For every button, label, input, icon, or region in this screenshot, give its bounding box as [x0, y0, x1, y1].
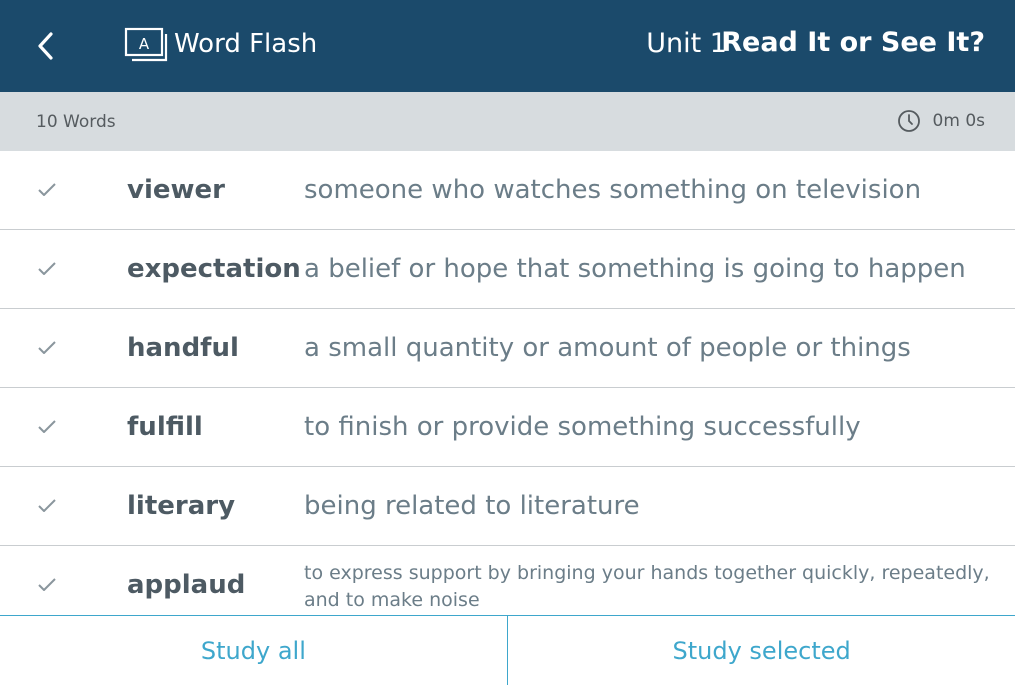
list-item[interactable]: fulfill to finish or provide something s…	[0, 388, 1015, 467]
check-icon[interactable]	[36, 495, 58, 517]
list-summary-bar: 10 Words 0m 0s	[0, 92, 1015, 151]
chevron-left-icon	[38, 32, 53, 60]
word-term: applaud	[127, 570, 246, 600]
word-definition: a small quantity or amount of people or …	[304, 333, 911, 363]
clock-icon	[897, 110, 920, 132]
word-term: expectation	[127, 254, 301, 284]
word-term: viewer	[127, 175, 225, 205]
word-list: viewer someone who watches something on …	[0, 151, 1015, 615]
check-icon[interactable]	[36, 416, 58, 438]
word-count: 10 Words	[36, 112, 116, 132]
study-all-button[interactable]: Study all	[0, 616, 507, 685]
timer-value: 0m 0s	[932, 111, 985, 131]
word-definition: to finish or provide something successfu…	[304, 412, 861, 442]
word-definition: someone who watches something on televis…	[304, 175, 922, 205]
list-item[interactable]: viewer someone who watches something on …	[0, 151, 1015, 230]
word-term: fulfill	[127, 412, 203, 442]
top-app-bar: A Word Flash Unit 1 Read It or See It?	[0, 0, 1015, 92]
list-item[interactable]: expectation a belief or hope that someth…	[0, 230, 1015, 309]
list-item[interactable]: handful a small quantity or amount of pe…	[0, 309, 1015, 388]
word-flash-app: A Word Flash Unit 1 Read It or See It? 1…	[0, 0, 1015, 685]
word-definition: a belief or hope that something is going…	[304, 254, 966, 284]
check-icon[interactable]	[36, 258, 58, 280]
word-definition: to express support by bringing your hand…	[304, 562, 990, 611]
word-definition: being related to literature	[304, 491, 640, 521]
back-button[interactable]	[22, 22, 70, 70]
list-item[interactable]: literary being related to literature	[0, 467, 1015, 546]
study-selected-button[interactable]: Study selected	[508, 616, 1015, 685]
check-icon[interactable]	[36, 179, 58, 201]
check-icon[interactable]	[36, 337, 58, 359]
word-term: handful	[127, 333, 239, 363]
unit-label: Unit 1	[646, 28, 727, 59]
word-flash-logo-icon: A	[124, 27, 168, 62]
timer: 0m 0s	[897, 109, 985, 133]
check-icon[interactable]	[36, 574, 58, 596]
svg-text:A: A	[139, 35, 150, 53]
app-title: Word Flash	[174, 29, 318, 59]
word-term: literary	[127, 491, 236, 521]
list-item[interactable]: applaud to express support by bringing y…	[0, 546, 1015, 615]
mode-title: Read It or See It?	[721, 27, 985, 58]
study-actions-bar: Study all Study selected	[0, 615, 1015, 685]
